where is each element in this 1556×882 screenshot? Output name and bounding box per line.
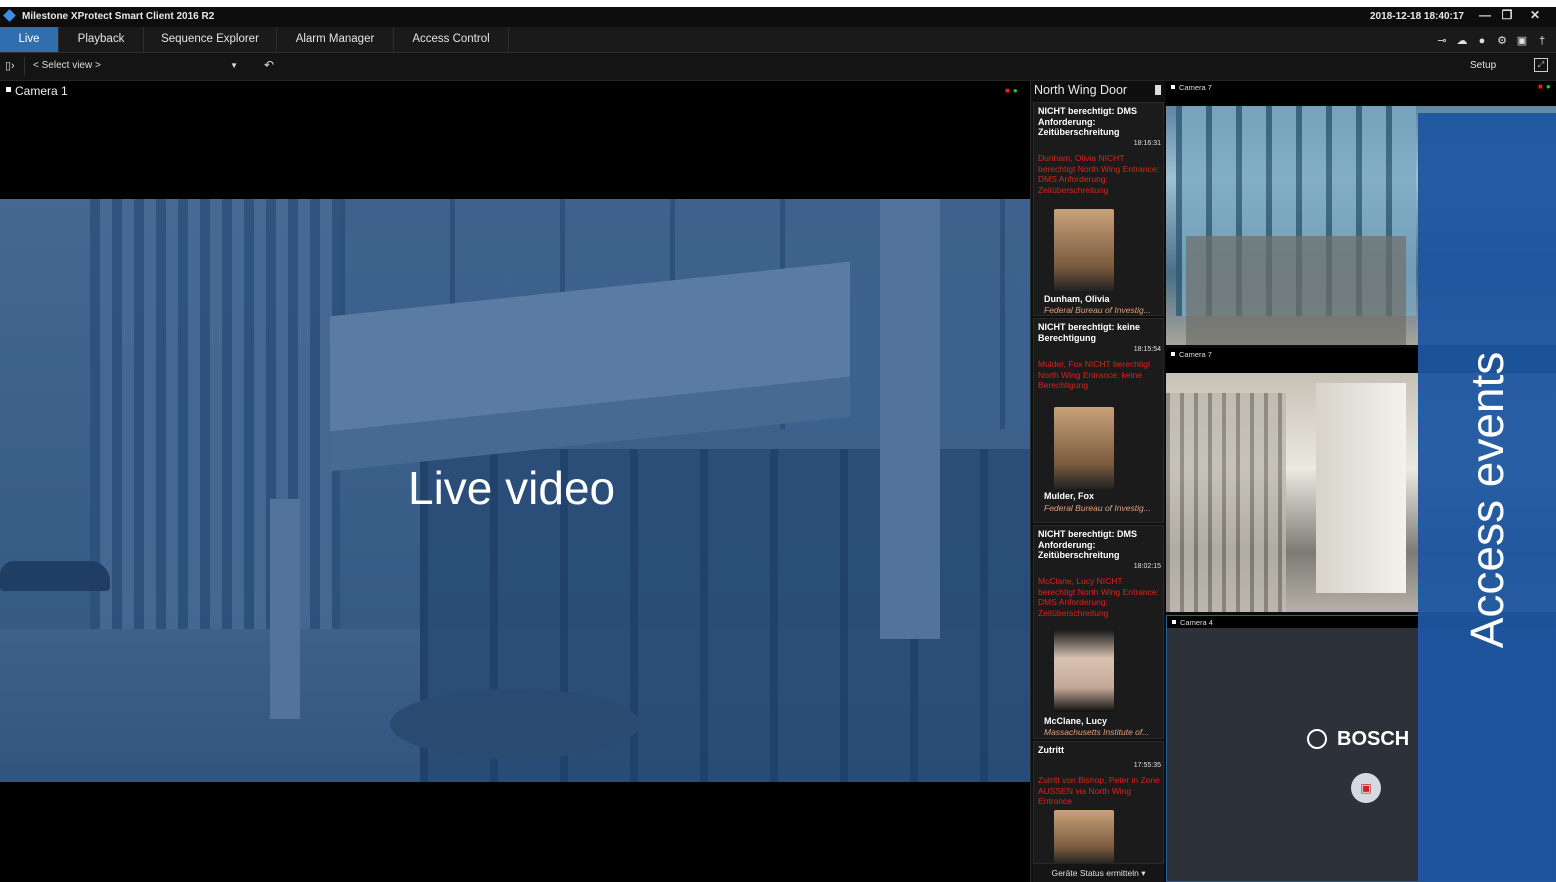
cloud-icon[interactable]: ☁ <box>1454 33 1470 49</box>
select-view-dropdown[interactable]: < Select view > ▼ <box>24 57 244 75</box>
lobby-entrance <box>1316 383 1406 593</box>
cardholder-organization: Federal Bureau of Investig... <box>1044 305 1151 315</box>
cardholder-photo <box>1054 810 1114 864</box>
device-status-button[interactable]: Geräte Status ermitteln ▾ <box>1033 864 1164 882</box>
door-name: North Wing Door <box>1034 83 1128 97</box>
cardholder-name: McClane, Lucy <box>1044 716 1108 726</box>
title-bar: Milestone XProtect Smart Client 2016 R2 … <box>0 7 1556 27</box>
cardholder-photo <box>1054 407 1114 489</box>
camera-offline-icon: ▣ <box>1351 773 1381 803</box>
camera-label: Camera 1 <box>6 84 68 98</box>
fullscreen-icon[interactable]: ⤢ <box>1534 58 1548 72</box>
access-events-label: Access events <box>1461 351 1513 649</box>
cardholder-organization: Federal Bureau of Investig... <box>1044 503 1151 513</box>
setup-button[interactable]: Setup <box>1470 60 1496 71</box>
cardholder-name: Dunham, Olivia <box>1044 294 1110 304</box>
cardholder-name: Mulder, Fox <box>1044 491 1095 501</box>
minimize-icon[interactable]: — <box>1474 7 1496 25</box>
plug-icon[interactable]: ⊸ <box>1434 33 1450 49</box>
undo-view-icon[interactable]: ↶ <box>264 58 274 72</box>
tab-playback[interactable]: Playback <box>59 27 144 52</box>
event-description: McClane, Lucy NICHT berechtigt North Win… <box>1038 576 1159 618</box>
lobby-wall <box>1166 393 1286 612</box>
event-time: 18:15:54 <box>1133 346 1161 353</box>
top-toolbar: ⊸ ☁ ● ⚙ ▣ † <box>1430 31 1550 47</box>
event-time: 17:55:35 <box>1133 762 1161 769</box>
access-event-card[interactable]: NICHT berechtigt: DMS Anforderung: Zeitü… <box>1033 525 1164 739</box>
tab-access-control[interactable]: Access Control <box>394 27 509 52</box>
event-description: Dunham, Olivia NICHT berechtigt North Wi… <box>1038 153 1159 195</box>
access-event-card[interactable]: NICHT berechtigt: keine Berechtigung 18:… <box>1033 318 1164 523</box>
live-video-stream[interactable]: Live video <box>0 199 1030 782</box>
select-view-label: < Select view > <box>33 60 101 71</box>
device-status-label: Geräte Status ermitteln <box>1051 868 1139 878</box>
restore-icon[interactable]: ❐ <box>1496 7 1518 25</box>
event-title: NICHT berechtigt: keine Berechtigung <box>1038 322 1141 343</box>
event-title: NICHT berechtigt: DMS Anforderung: Zeitü… <box>1038 106 1137 137</box>
event-description: Zutritt von Bishop, Peter in Zone AUSSEN… <box>1038 775 1160 806</box>
live-video-label: Live video <box>408 462 616 514</box>
event-title: Zutritt <box>1038 745 1064 755</box>
pin-icon[interactable]: † <box>1534 33 1550 49</box>
smart-client-window: Milestone XProtect Smart Client 2016 R2 … <box>0 7 1556 882</box>
window-title: Milestone XProtect Smart Client 2016 R2 <box>22 11 215 22</box>
camera-1-tile[interactable]: Camera 1 ■ ● Live video <box>0 81 1030 882</box>
camera-label: Camera 4 <box>1172 618 1213 627</box>
event-time: 18:16:31 <box>1133 140 1161 147</box>
event-title: NICHT berechtigt: DMS Anforderung: Zeitü… <box>1038 529 1137 560</box>
cardholder-photo <box>1054 209 1114 291</box>
event-time: 18:02:15 <box>1133 563 1161 570</box>
bosch-label: BOSCH <box>1337 728 1410 750</box>
gear-icon[interactable]: ⚙ <box>1494 33 1510 49</box>
access-event-card[interactable]: NICHT berechtigt: DMS Anforderung: Zeitü… <box>1033 102 1164 316</box>
main-tabs: Live Playback Sequence Explorer Alarm Ma… <box>0 27 1556 53</box>
tab-live[interactable]: Live <box>0 27 59 52</box>
recording-indicator-icon: ■ ● <box>1538 82 1551 91</box>
camera-label: Camera 7 <box>1171 83 1212 92</box>
camera-label: Camera 7 <box>1171 350 1212 359</box>
cardholder-photo <box>1054 630 1114 712</box>
milestone-logo-icon <box>3 9 16 22</box>
access-event-card[interactable]: Zutritt 17:55:35 Zutritt von Bishop, Pet… <box>1033 741 1164 864</box>
recording-indicator-icon: ■ ● <box>1005 86 1018 95</box>
close-icon[interactable]: ✕ <box>1524 7 1546 25</box>
event-description: Mulder, Fox NICHT berechtigt North Wing … <box>1038 359 1151 390</box>
help-icon[interactable]: ● <box>1474 33 1490 49</box>
windows-icon[interactable]: ▣ <box>1514 33 1530 49</box>
cardholder-organization: Massachusetts Institute of... <box>1044 727 1150 737</box>
tab-alarm-manager[interactable]: Alarm Manager <box>277 27 394 52</box>
tab-sequence-explorer[interactable]: Sequence Explorer <box>144 27 277 52</box>
chevron-down-icon: ▼ <box>230 61 238 70</box>
bosch-logo: BOSCH <box>1307 728 1409 751</box>
bosch-ring-icon <box>1307 729 1327 749</box>
view-bar: ▯› < Select view > ▼ ↶ Setup ⤢ <box>0 53 1556 81</box>
door-icon[interactable] <box>1155 85 1161 95</box>
access-events-panel: North Wing Door NICHT berechtigt: DMS An… <box>1030 81 1165 882</box>
clock: 2018-12-18 18:40:17 <box>1370 11 1464 22</box>
revolving-doors <box>1186 236 1406 345</box>
toggle-panel-icon[interactable]: ▯› <box>5 59 15 72</box>
